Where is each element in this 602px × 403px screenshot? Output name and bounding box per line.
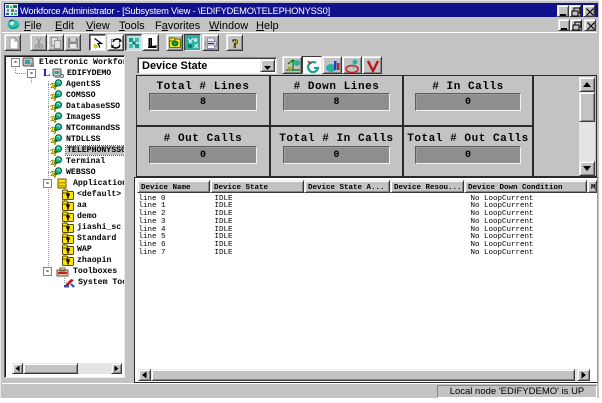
svg-text:?: ? [232,36,239,51]
